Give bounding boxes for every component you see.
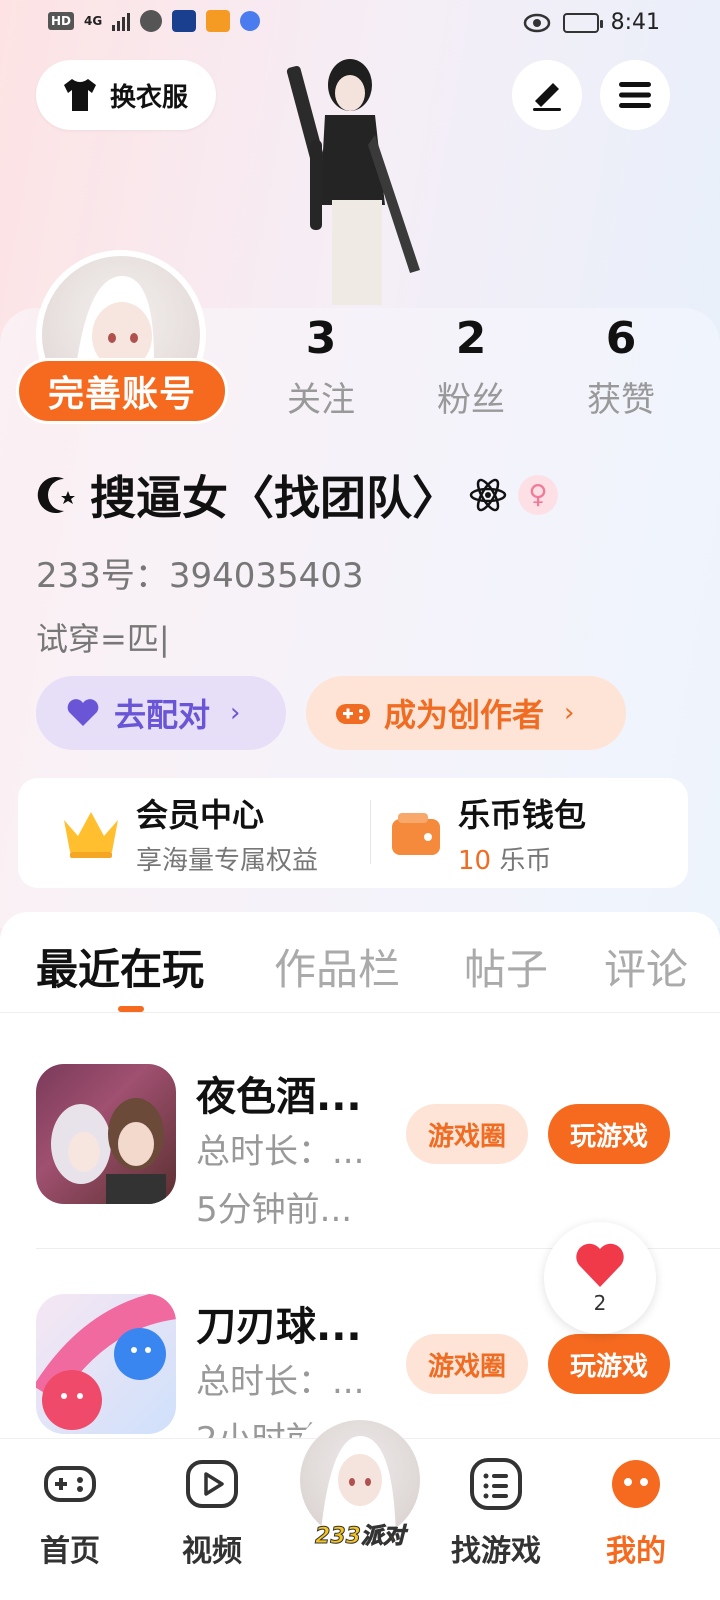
nav-video-label: 视频 [182, 1534, 242, 1569]
game-icon [36, 1064, 176, 1204]
tab-recently-played[interactable]: 最近在玩 [36, 936, 204, 997]
nav-home[interactable]: 首页 [10, 1456, 130, 1570]
followers-count: 2 [455, 313, 487, 364]
member-center-entry[interactable]: 会员中心 享海量专属权益 [60, 790, 318, 877]
wallet-entry[interactable]: 乐币钱包 10 乐币 [388, 790, 586, 877]
username: 搜逼女〈找团队〉 [90, 471, 458, 525]
chevron-right-icon: › [564, 698, 575, 728]
app-icon [172, 10, 197, 32]
nav-mine[interactable]: 我的 [576, 1456, 696, 1570]
gamepad-icon [336, 704, 370, 724]
game-title: 刀刃球... [196, 1304, 362, 1350]
list-icon [470, 1458, 522, 1510]
likes-stat[interactable]: 6 获赞 [566, 310, 676, 421]
heart-icon [576, 1243, 624, 1287]
hd-indicator: HD [48, 12, 75, 30]
crown-icon [64, 811, 118, 858]
profile-face-icon [612, 1460, 660, 1508]
battery-icon [562, 12, 603, 33]
moon-star-icon [37, 477, 75, 513]
become-creator-button[interactable]: 成为创作者 › [306, 676, 626, 750]
nav-mine-label: 我的 [606, 1534, 666, 1569]
clock: 8:41 [610, 10, 660, 35]
change-outfit-label: 换衣服 [110, 82, 189, 113]
atom-icon [469, 478, 507, 512]
divider [370, 800, 371, 864]
game-last-played: 5分钟前... [196, 1190, 353, 1230]
signal-icon [112, 11, 131, 31]
gamepad-icon [44, 1466, 96, 1502]
play-game-button[interactable]: 玩游戏 [548, 1334, 670, 1394]
avatar-character-figure [286, 59, 420, 305]
divider [0, 1012, 720, 1013]
chevron-right-icon: › [230, 698, 241, 728]
tab-posts[interactable]: 帖子 [464, 936, 548, 997]
change-outfit-button[interactable]: 换衣服 [36, 60, 216, 130]
wallet-title: 乐币钱包 [458, 796, 587, 834]
wallet-unit: 乐币 [499, 846, 552, 876]
like-count: 2 [593, 1291, 607, 1315]
pencil-icon [533, 83, 561, 111]
nav-video[interactable]: 视频 [152, 1456, 272, 1570]
user-signature: 试穿=匹| [36, 620, 170, 658]
heart-icon [67, 699, 99, 726]
eye-icon [523, 13, 550, 32]
game-circle-button[interactable]: 游戏圈 [406, 1104, 528, 1164]
play-circle-icon [186, 1460, 238, 1508]
name-row: 搜逼女〈找团队〉 ♀ [36, 462, 558, 528]
nav-home-label: 首页 [40, 1534, 100, 1569]
floating-like-button[interactable]: 2 [544, 1222, 656, 1334]
match-label: 去配对 [114, 696, 211, 734]
game-playtime: 总时长：... [196, 1132, 365, 1172]
game-playtime: 总时长：... [196, 1362, 365, 1402]
following-count: 3 [305, 313, 337, 364]
play-game-button[interactable]: 玩游戏 [548, 1104, 670, 1164]
game-icon [36, 1294, 176, 1434]
edit-button[interactable] [512, 60, 582, 130]
female-icon: ♀ [518, 475, 558, 515]
tab-works[interactable]: 作品栏 [274, 936, 400, 997]
user-id: 233号：394035403 [36, 556, 364, 596]
wallet-icon [392, 812, 440, 855]
game-circle-button[interactable]: 游戏圈 [406, 1334, 528, 1394]
complete-account-button[interactable]: 完善账号 [16, 358, 228, 424]
list-item[interactable]: 夜色酒... 总时长：... 5分钟前... 游戏圈 玩游戏 [0, 1064, 720, 1244]
menu-icon [619, 82, 651, 108]
following-label: 关注 [287, 380, 355, 420]
network-type: 4G [84, 14, 103, 28]
browser-icon [240, 11, 261, 31]
followers-label: 粉丝 [437, 380, 505, 420]
message-icon [140, 10, 163, 32]
nav-find-games[interactable]: 找游戏 [436, 1456, 556, 1570]
video-app-icon [206, 10, 231, 32]
member-center-title: 会员中心 [136, 796, 265, 834]
tab-comments[interactable]: 评论 [604, 936, 688, 997]
followers-stat[interactable]: 2 粉丝 [416, 310, 526, 421]
become-creator-label: 成为创作者 [384, 696, 545, 734]
likes-count: 6 [605, 313, 637, 364]
game-title: 夜色酒... [196, 1074, 362, 1120]
likes-label: 获赞 [587, 380, 655, 420]
match-button[interactable]: 去配对 › [36, 676, 286, 750]
menu-button[interactable] [600, 60, 670, 130]
tshirt-icon [64, 79, 96, 111]
nav-find-games-label: 找游戏 [451, 1534, 541, 1569]
status-bar: HD 4G 8:41 [0, 0, 720, 48]
nav-party-label: 233派对 [315, 1524, 406, 1550]
wallet-amount: 10 [458, 846, 492, 876]
following-stat[interactable]: 3 关注 [266, 310, 376, 421]
member-center-subtitle: 享海量专属权益 [136, 846, 319, 876]
member-wallet-card: 会员中心 享海量专属权益 乐币钱包 10 乐币 [18, 778, 688, 888]
